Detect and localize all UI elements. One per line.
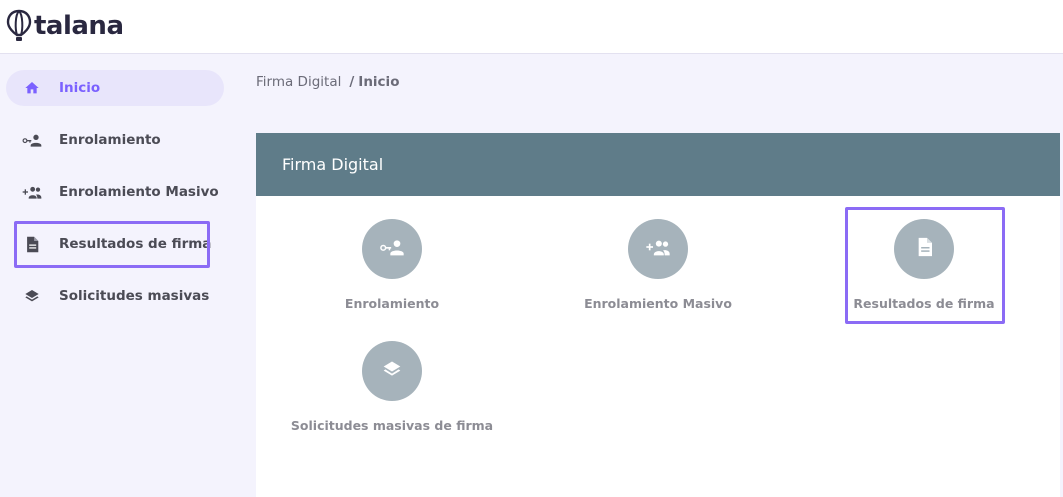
- card-title: Firma Digital: [282, 155, 384, 174]
- tile-label: Resultados de firma: [853, 296, 995, 311]
- home-icon: [22, 78, 42, 98]
- add-group-icon: [22, 182, 42, 202]
- tile-label: Enrolamiento Masivo: [584, 296, 732, 311]
- sidebar-item-label: Enrolamiento: [59, 132, 161, 148]
- breadcrumb-current: Inicio: [358, 74, 400, 90]
- sidebar-item-solicitudes-masivas[interactable]: Solicitudes masivas: [6, 278, 224, 314]
- tile-circle: [362, 341, 422, 401]
- breadcrumb-parent[interactable]: Firma Digital: [256, 74, 341, 90]
- tile-enrolamiento[interactable]: Enrolamiento: [287, 219, 497, 311]
- sidebar-item-resultados-de-firma[interactable]: Resultados de firma: [6, 226, 224, 262]
- sidebar: [0, 54, 240, 497]
- sidebar-item-inicio[interactable]: Inicio: [6, 70, 224, 106]
- tile-circle: [894, 219, 954, 279]
- sidebar-item-label: Inicio: [59, 80, 101, 96]
- card-header: Firma Digital: [256, 133, 1060, 196]
- tile-solicitudes-masivas-de-firma[interactable]: Solicitudes masivas de firma: [287, 341, 497, 433]
- breadcrumb-separator: /: [349, 74, 355, 90]
- document-icon: [22, 234, 42, 254]
- tile-label: Enrolamiento: [344, 296, 440, 311]
- sidebar-item-enrolamiento-masivo[interactable]: Enrolamiento Masivo: [6, 174, 224, 210]
- key-person-icon: [22, 130, 42, 150]
- tile-circle: [362, 219, 422, 279]
- tile-circle: [628, 219, 688, 279]
- sidebar-item-label: Resultados de firma: [59, 236, 212, 252]
- firma-digital-card: Firma Digital: [256, 133, 1060, 497]
- balloon-logo-icon: [6, 9, 32, 41]
- sidebar-item-enrolamiento[interactable]: Enrolamiento: [6, 122, 224, 158]
- sidebar-item-label: Enrolamiento Masivo: [59, 184, 219, 200]
- tile-label: Solicitudes masivas de firma: [290, 418, 494, 433]
- layers-icon: [382, 359, 402, 383]
- breadcrumb: Firma Digital / Inicio: [256, 74, 399, 90]
- document-icon: [916, 237, 933, 261]
- talana-logo[interactable]: talana: [6, 8, 124, 44]
- layers-icon: [22, 286, 42, 306]
- tile-resultados-de-firma[interactable]: Resultados de firma: [819, 219, 1029, 311]
- key-person-icon: [379, 237, 405, 261]
- top-bar: talana: [0, 0, 1063, 54]
- add-group-icon: [645, 237, 671, 261]
- tile-enrolamiento-masivo[interactable]: Enrolamiento Masivo: [553, 219, 763, 311]
- brand-name: talana: [34, 11, 124, 41]
- sidebar-item-label: Solicitudes masivas: [59, 288, 210, 304]
